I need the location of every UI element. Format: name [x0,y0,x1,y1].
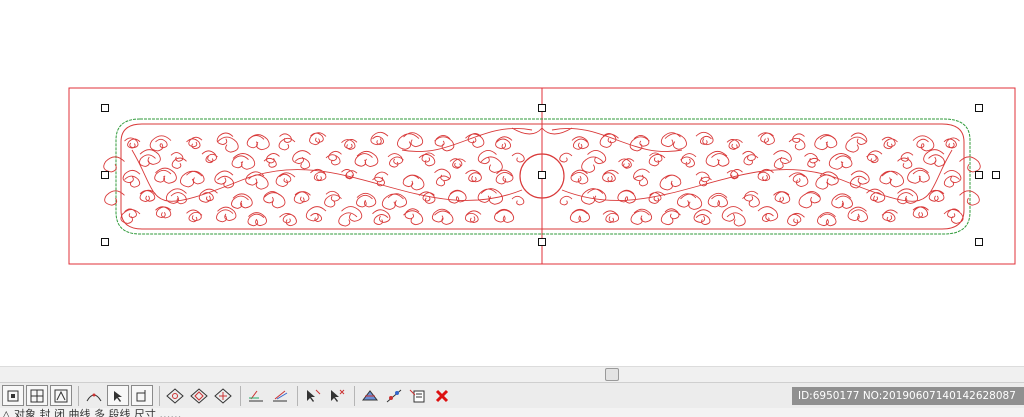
node-edit-icon[interactable] [2,385,24,406]
toolbar-separator [78,385,79,406]
transform-icon[interactable] [359,385,381,406]
snap-icon[interactable] [50,385,72,406]
select-pointer-icon[interactable] [302,385,324,406]
layers-icon[interactable] [245,385,267,406]
select-pointer-x-icon[interactable] [326,385,348,406]
handle-rotate-right[interactable] [992,171,1000,179]
handle-top-center[interactable] [538,104,546,112]
watermark-id: ID:6950177 NO:20190607140142628087 [792,387,1024,405]
layers-stack-icon[interactable] [269,385,291,406]
toolbar-separator [159,385,160,406]
status-bar: △ 对象 封 闭 曲线 多 段线 尺寸 …… [0,408,1024,417]
handle-bottom-left[interactable] [101,238,109,246]
diamond-cross-icon[interactable] [212,385,234,406]
toolbar-separator [240,385,241,406]
horizontal-scrollbar[interactable] [0,366,1024,382]
properties-icon[interactable] [407,385,429,406]
handle-bottom-center[interactable] [538,238,546,246]
delete-icon[interactable] [431,385,453,406]
diamond-outline-icon[interactable] [188,385,210,406]
handle-middle-left[interactable] [101,171,109,179]
handle-center[interactable] [538,171,546,179]
drawing-canvas[interactable] [0,0,1024,366]
status-text: △ 对象 封 闭 曲线 多 段线 尺寸 …… [2,408,182,417]
toolbar-separator [297,385,298,406]
drawing-svg [68,87,1016,265]
curve-icon[interactable] [83,385,105,406]
diamond-icon[interactable] [164,385,186,406]
toolbar-separator [354,385,355,406]
scrollbar-thumb[interactable] [605,368,619,381]
handle-middle-right[interactable] [975,171,983,179]
zoom-box-icon[interactable] [131,385,153,406]
handle-top-left[interactable] [101,104,109,112]
handle-top-right[interactable] [975,104,983,112]
grid-icon[interactable] [26,385,48,406]
arrow-icon[interactable] [107,385,129,406]
path-edit-icon[interactable] [383,385,405,406]
handle-bottom-right[interactable] [975,238,983,246]
